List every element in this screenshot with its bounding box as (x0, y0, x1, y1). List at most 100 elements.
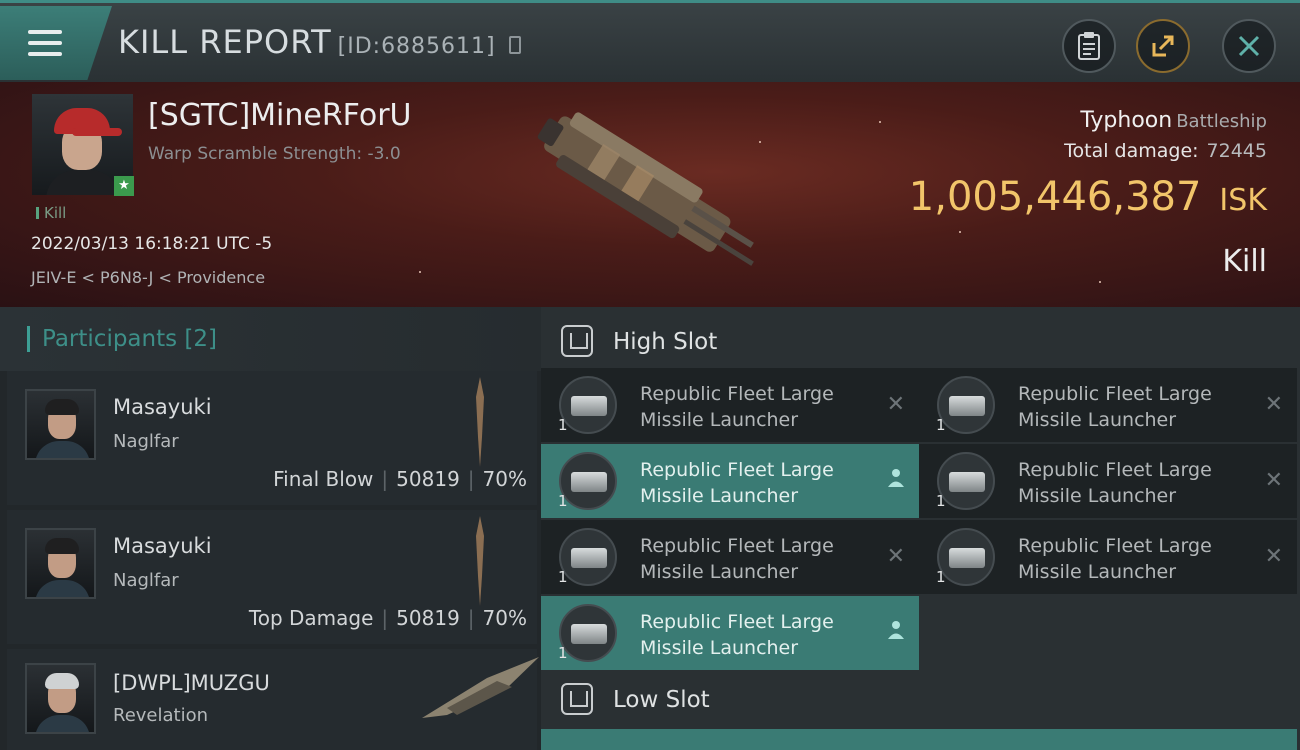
participant-name[interactable]: Masayuki (113, 534, 212, 558)
fitting-item[interactable]: 1 Republic Fleet Large Missile Launcher … (541, 520, 919, 594)
participant-row[interactable]: [DWPL]MUZGU Revelation (7, 649, 539, 750)
participants-title: Participants [2] (27, 326, 218, 352)
victim-ship[interactable]: Typhoon Battleship (1080, 108, 1267, 133)
item-quantity: 1 (936, 568, 946, 586)
item-quantity: 1 (936, 416, 946, 434)
participant-portrait[interactable] (25, 389, 96, 460)
missile-launcher-icon (937, 452, 995, 510)
portrait-cap-brim (72, 128, 122, 136)
item-name: Republic Fleet Large Missile Launcher (640, 459, 834, 507)
item-quantity: 1 (558, 416, 568, 434)
star-badge-icon: ★ (114, 176, 134, 196)
dropped-person-glyph (888, 469, 904, 487)
participant-stats: Final Blow | 50819 | 70% (273, 467, 527, 491)
isk-unit: ISK (1219, 183, 1267, 218)
participant-percent: 70% (482, 606, 527, 630)
participant-name[interactable]: [DWPL]MUZGU (113, 671, 270, 695)
clipboard-icon (1078, 32, 1100, 60)
participant-row[interactable]: Masayuki Naglfar Top Damage | 50819 | 70% (7, 510, 537, 644)
participant-ship[interactable]: Revelation (113, 705, 208, 726)
victim-subtitle: Warp Scramble Strength: -3.0 (148, 144, 401, 164)
low-slot-header: Low Slot (541, 669, 1300, 729)
kill-report-header: KILL REPORT [ID:6885611] (0, 0, 1300, 82)
isk-amount: 1,005,446,387 (908, 174, 1202, 220)
total-damage: Total damage: 72445 (1064, 140, 1267, 162)
item-name: Republic Fleet Large Missile Launcher (640, 535, 834, 583)
missile-launcher-icon (937, 376, 995, 434)
item-name: Republic Fleet Large Missile Launcher (1018, 383, 1212, 431)
participant-ship-image[interactable] (469, 516, 491, 606)
portrait-body (46, 170, 120, 195)
missile-launcher-icon (559, 528, 617, 586)
item-name: Republic Fleet Large Missile Launcher (1018, 459, 1212, 507)
participants-title-text: Participants (42, 326, 178, 352)
item-quantity: 1 (936, 492, 946, 510)
item-name: Republic Fleet Large Missile Launcher (640, 383, 834, 431)
destroyed-icon: ✕ (1264, 468, 1283, 493)
destroyed-icon: ✕ (886, 392, 905, 417)
kill-id[interactable]: [ID:6885611] (338, 34, 496, 59)
high-slot-header: High Slot (541, 311, 1300, 371)
portrait-body (35, 715, 90, 732)
item-quantity: 1 (558, 644, 568, 662)
title-text: KILL REPORT (118, 23, 332, 61)
participants-header: Participants [2] (0, 307, 541, 371)
result-label: Kill (1222, 244, 1267, 279)
item-name: Republic Fleet Large Missile Launcher (640, 611, 834, 659)
hamburger-icon-bar (28, 52, 62, 56)
participant-ship-image[interactable] (417, 653, 542, 723)
destroyed-icon: ✕ (1264, 392, 1283, 417)
person-icon (887, 620, 905, 646)
fitting-item[interactable]: 1 Republic Fleet Large Missile Launcher … (919, 444, 1297, 518)
victim-banner: ★ [SGTC]MineRForU Warp Scramble Strength… (0, 82, 1300, 307)
dropped-person-glyph (888, 621, 904, 639)
fitting-item[interactable]: 1 Republic Fleet Large Missile Launcher … (541, 368, 919, 442)
item-name: Republic Fleet Large Missile Launcher (1018, 535, 1212, 583)
participant-percent: 70% (482, 467, 527, 491)
portrait-body (35, 441, 90, 458)
participant-stats: Top Damage | 50819 | 70% (248, 606, 527, 630)
participant-ship-image[interactable] (469, 377, 491, 467)
fittings-panel: High Slot 1 Republic Fleet Large Missile… (541, 307, 1300, 750)
participant-ship[interactable]: Naglfar (113, 570, 179, 591)
close-button[interactable] (1222, 19, 1276, 73)
isk-value: 1,005,446,387 ISK (909, 174, 1267, 220)
fitting-item[interactable] (919, 729, 1297, 750)
missile-launcher-icon (559, 376, 617, 434)
total-damage-label: Total damage: (1064, 140, 1199, 162)
page-title: KILL REPORT [ID:6885611] (118, 23, 521, 61)
portrait-hair (45, 538, 79, 554)
high-slot-icon (561, 325, 593, 357)
hamburger-icon (28, 30, 62, 34)
clipboard-button[interactable] (1062, 19, 1116, 73)
share-button[interactable] (1136, 19, 1190, 73)
participants-panel: Participants [2] Masayuki Naglfar Final … (0, 307, 541, 750)
participant-role: Top Damage (248, 606, 374, 630)
fitting-item[interactable]: 1 Republic Fleet Large Missile Launcher (541, 596, 919, 670)
participant-ship[interactable]: Naglfar (113, 431, 179, 452)
destroyed-icon: ✕ (886, 544, 905, 569)
victim-ship-image[interactable] (515, 102, 785, 282)
victim-name[interactable]: [SGTC]MineRForU (148, 98, 412, 133)
participant-row[interactable]: Masayuki Naglfar Final Blow | 50819 | 70% (7, 371, 537, 505)
copy-icon[interactable] (508, 36, 521, 54)
low-slot-icon (561, 683, 593, 715)
location-path[interactable]: JEIV-E < P6N8-J < Providence (31, 268, 265, 287)
participant-portrait[interactable] (25, 663, 96, 734)
missile-launcher-icon (937, 528, 995, 586)
portrait-body (35, 580, 90, 597)
fitting-item[interactable]: 1 Republic Fleet Large Missile Launcher … (919, 368, 1297, 442)
fitting-item[interactable]: 1 Republic Fleet Large Missile Launcher (541, 444, 919, 518)
menu-button[interactable] (0, 6, 112, 80)
participant-name[interactable]: Masayuki (113, 395, 212, 419)
hamburger-icon-bar (28, 41, 62, 45)
high-slot-label: High Slot (613, 329, 718, 355)
participant-portrait[interactable] (25, 528, 96, 599)
fitting-item[interactable]: 1 Republic Fleet Large Missile Launcher … (919, 520, 1297, 594)
close-icon (1238, 35, 1260, 57)
low-slot-label: Low Slot (613, 687, 710, 713)
missile-launcher-icon (559, 452, 617, 510)
fitting-item[interactable] (541, 729, 919, 750)
portrait-hair (45, 673, 79, 689)
participant-damage: 50819 (396, 467, 460, 491)
